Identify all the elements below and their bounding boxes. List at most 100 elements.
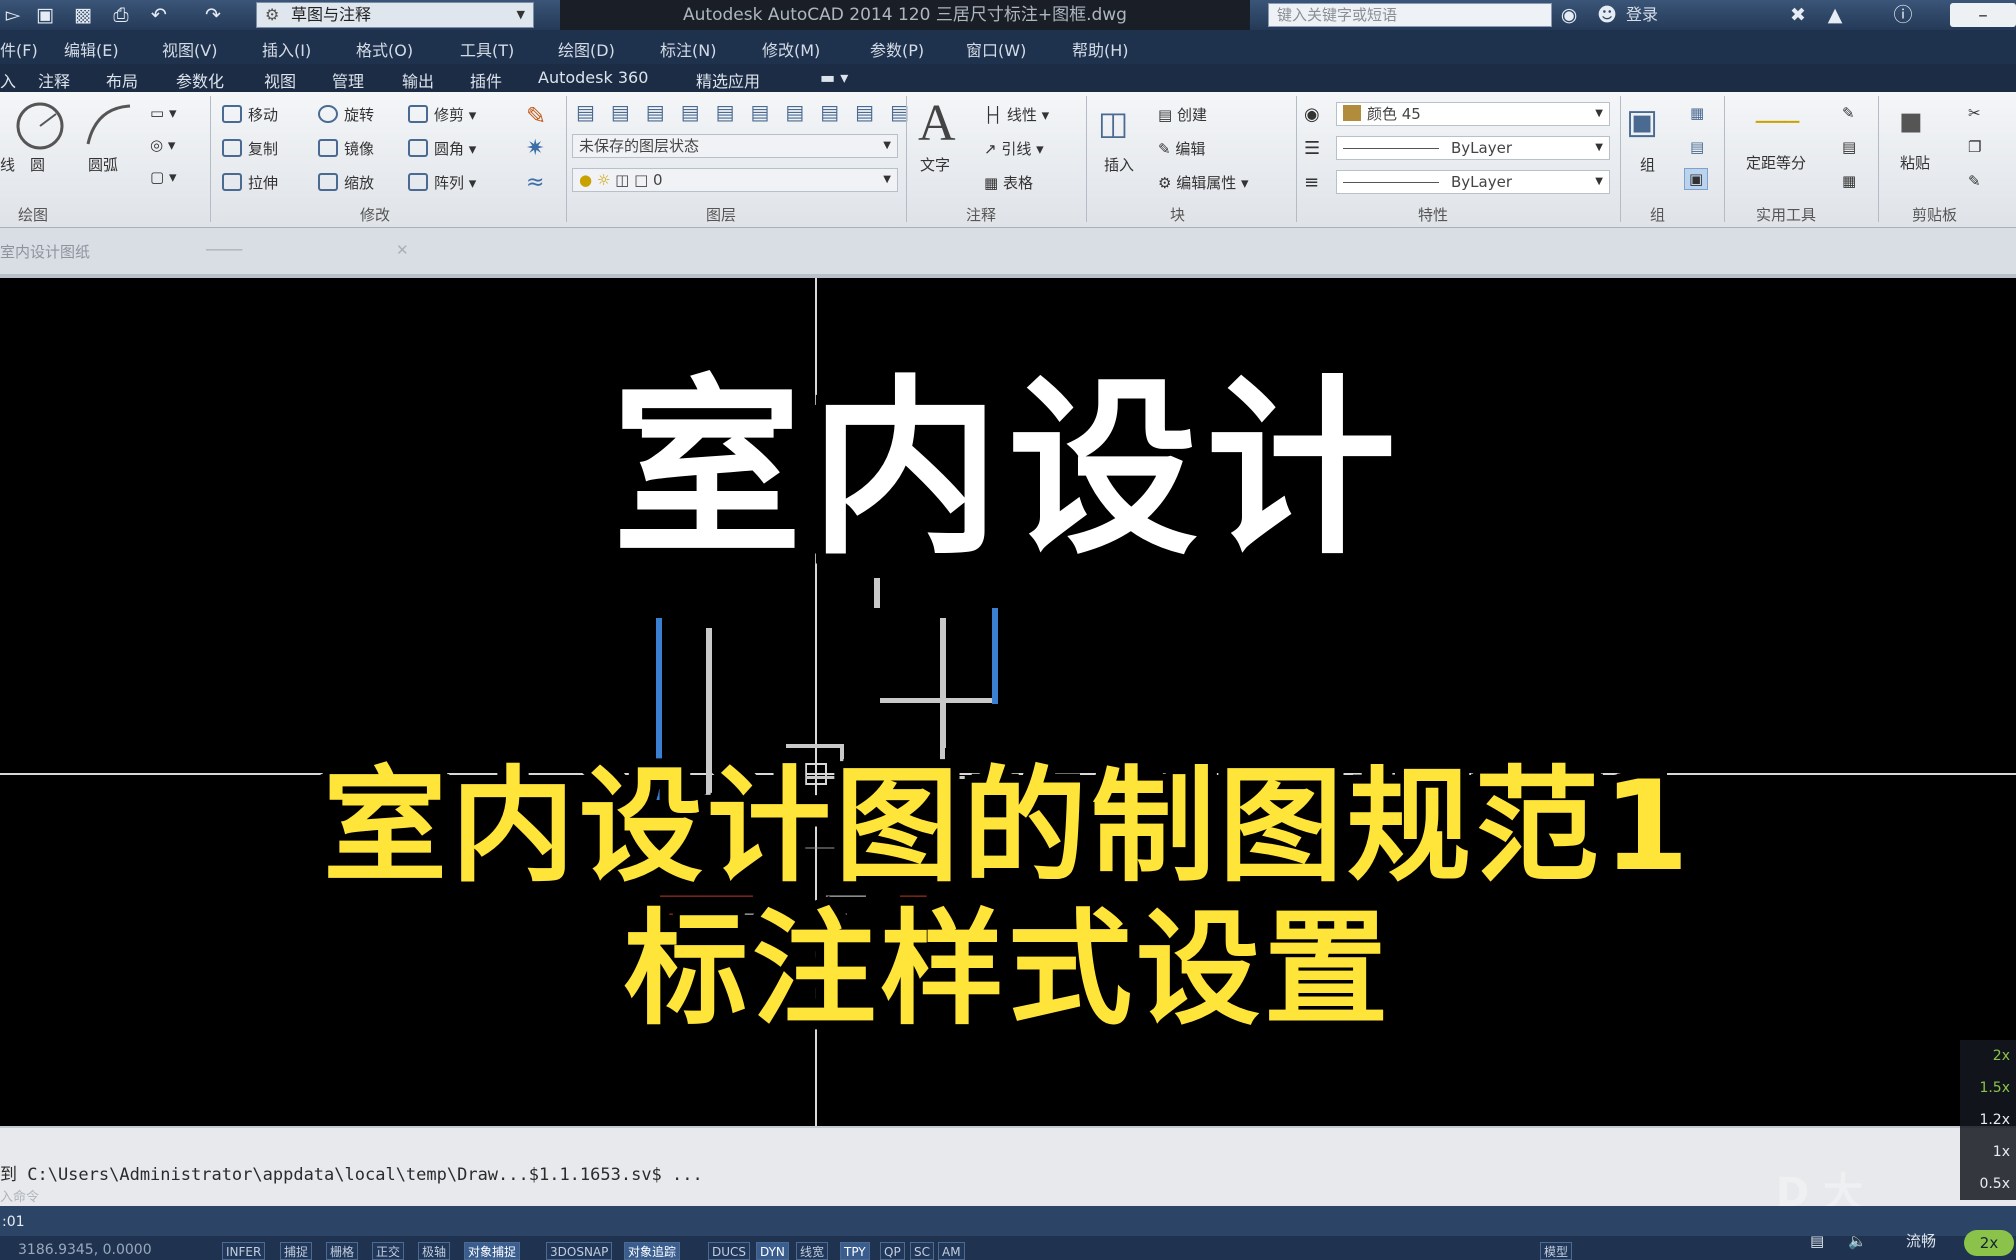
volume-icon[interactable]: 🔈 — [1848, 1228, 1867, 1254]
menu-item[interactable]: 视图(V) — [162, 37, 217, 61]
status-toggle[interactable]: 对象追踪 — [624, 1242, 681, 1260]
quality-button[interactable]: 流畅 — [1906, 1228, 1936, 1254]
tab-home[interactable]: 入 — [0, 68, 16, 92]
model-space-label[interactable]: 模型 — [1540, 1242, 1573, 1260]
erase-icon[interactable]: ✎ — [526, 102, 546, 130]
layers-panel-title[interactable]: 图层 — [706, 204, 736, 226]
menu-item[interactable]: 帮助(H) — [1072, 37, 1129, 61]
layer-state-select[interactable]: 未保存的图层状态 ▼ — [572, 134, 898, 158]
block-edit[interactable]: ✎ 编辑 — [1158, 138, 1205, 159]
match-prop-icon[interactable]: ✎ — [1968, 172, 1981, 190]
speed-option[interactable]: 1.5x — [1979, 1080, 2010, 1096]
offset-icon[interactable]: ≈ — [526, 170, 544, 195]
user-icon[interactable]: ☻ — [1594, 3, 1620, 27]
modify-panel-title[interactable]: 修改 — [360, 204, 390, 226]
status-toggle[interactable]: INFER — [222, 1242, 266, 1260]
modify-array[interactable]: 阵列 ▾ — [408, 172, 476, 193]
help-icon[interactable]: ⓘ — [1890, 3, 1916, 27]
draw-panel-title[interactable]: 绘图 — [18, 204, 48, 226]
table[interactable]: ▦ 表格 — [984, 172, 1033, 193]
group-edit-icon[interactable]: ▤ — [1690, 138, 1704, 156]
menu-item[interactable]: 绘图(D) — [558, 37, 615, 61]
quick-select-icon[interactable]: ✎ — [1842, 104, 1855, 122]
text-icon[interactable]: A — [918, 94, 956, 153]
menu-item[interactable]: 修改(M) — [762, 37, 820, 61]
block-create[interactable]: ▤ 创建 — [1158, 104, 1207, 125]
redo-icon[interactable]: ↷ — [200, 3, 226, 27]
block-panel-title[interactable]: 块 — [1170, 204, 1185, 226]
status-toggle[interactable]: 线宽 — [796, 1242, 829, 1260]
tab-close-icon[interactable]: ✕ — [396, 241, 409, 259]
exchange-icon[interactable]: ✖ — [1785, 3, 1811, 27]
status-toggle[interactable]: 对象捕捉 — [464, 1242, 521, 1260]
workspace-select[interactable]: ⚙ 草图与注释 ▼ — [256, 2, 534, 28]
binoculars-icon[interactable]: ◉ — [1556, 3, 1582, 27]
group-icon[interactable]: ▣ — [1626, 102, 1658, 142]
linetype-select[interactable]: ByLayer ▼ — [1336, 136, 1610, 160]
status-toggle[interactable]: 栅格 — [326, 1242, 359, 1260]
menu-item[interactable]: 标注(N) — [660, 37, 716, 61]
modify-copy[interactable]: 复制 — [222, 138, 278, 159]
command-prompt[interactable]: 入命令 — [0, 1186, 39, 1205]
modify-trim[interactable]: 修剪 ▾ — [408, 104, 476, 125]
status-toggle[interactable]: DYN — [756, 1242, 789, 1260]
tab-manage[interactable]: 管理 — [332, 68, 364, 92]
dim-linear[interactable]: ├┤ 线性 ▾ — [984, 104, 1049, 125]
modify-rotate[interactable]: 旋转 — [318, 104, 374, 125]
speed-option[interactable]: 2x — [1993, 1048, 2010, 1064]
save-icon[interactable]: ▣ — [32, 3, 58, 27]
status-toggle[interactable]: QP — [880, 1242, 905, 1260]
tab-plugins[interactable]: 插件 — [470, 68, 502, 92]
circle-icon[interactable] — [14, 100, 66, 152]
ungroup-icon[interactable]: ▦ — [1690, 104, 1704, 122]
modify-scale[interactable]: 缩放 — [318, 172, 374, 193]
menu-item[interactable]: 插入(I) — [262, 37, 311, 61]
new-tab-icon[interactable]: ──── — [206, 241, 242, 259]
menu-item[interactable]: 格式(O) — [356, 37, 413, 61]
group-select-toggle[interactable]: ▣ — [1684, 168, 1709, 190]
modify-fillet[interactable]: 圆角 ▾ — [408, 138, 476, 159]
select-all-icon[interactable]: ▤ — [1842, 138, 1856, 156]
status-toggle[interactable]: AM — [938, 1242, 965, 1260]
command-line[interactable]: 到 C:\Users\Administrator\appdata\local\t… — [0, 1126, 2016, 1206]
modify-move[interactable]: 移动 — [222, 104, 278, 125]
properties-panel-title[interactable]: 特性 — [1418, 204, 1448, 226]
copy-clip-icon[interactable]: ❐ — [1968, 138, 1981, 156]
explode-icon[interactable]: ✷ — [526, 136, 544, 161]
undo-icon[interactable]: ↶ — [146, 3, 172, 27]
speed-option[interactable]: 1x — [1993, 1144, 2010, 1160]
tab-layout[interactable]: 布局 — [106, 68, 138, 92]
paste-icon[interactable]: ▪ — [1898, 98, 1924, 142]
list-icon[interactable]: ≡ — [1304, 172, 1319, 193]
hatch-icon[interactable]: ◎ ▾ — [150, 136, 175, 154]
modify-mirror[interactable]: 镜像 — [318, 138, 374, 159]
menu-item[interactable]: 件(F) — [0, 37, 38, 61]
tab-annotate[interactable]: 注释 — [38, 68, 70, 92]
rectangle-icon[interactable]: ▭ ▾ — [150, 104, 176, 122]
modify-stretch[interactable]: 拉伸 — [222, 172, 278, 193]
login-link[interactable]: 登录 — [1626, 0, 1658, 30]
speed-option[interactable]: 0.5x — [1979, 1176, 2010, 1192]
lineweight-select[interactable]: ByLayer ▼ — [1336, 170, 1610, 194]
lineweight-icon[interactable]: ☰ — [1304, 138, 1320, 159]
playback-speed-button[interactable]: 2x — [1964, 1230, 2014, 1256]
calculator-icon[interactable]: ▦ — [1842, 172, 1856, 190]
tab-parametric[interactable]: 参数化 — [176, 68, 224, 92]
status-toggle[interactable]: 捕捉 — [280, 1242, 313, 1260]
layer-select[interactable]: ● ☼ ◫ □ 0 ▼ — [572, 168, 898, 192]
menu-item[interactable]: 编辑(E) — [64, 37, 119, 61]
minimize-button[interactable]: – — [1950, 3, 2016, 27]
utilities-panel-title[interactable]: 实用工具 — [1756, 204, 1816, 226]
document-tab[interactable]: 室内设计图纸 — [0, 241, 90, 262]
status-toggle[interactable]: TPY — [840, 1242, 870, 1260]
match-properties-icon[interactable]: ◉ — [1304, 104, 1320, 125]
leader[interactable]: ↗ 引线 ▾ — [984, 138, 1044, 159]
region-icon[interactable]: ▢ ▾ — [150, 168, 176, 186]
cut-icon[interactable]: ✂ — [1968, 104, 1981, 122]
tab-output[interactable]: 输出 — [402, 68, 434, 92]
open-icon[interactable]: ▻ — [0, 3, 26, 27]
annotation-panel-title[interactable]: 注释 — [966, 204, 996, 226]
status-toggle[interactable]: 极轴 — [418, 1242, 451, 1260]
speed-option[interactable]: 1.2x — [1979, 1112, 2010, 1128]
measure-icon[interactable]: ─── — [1756, 108, 1799, 136]
